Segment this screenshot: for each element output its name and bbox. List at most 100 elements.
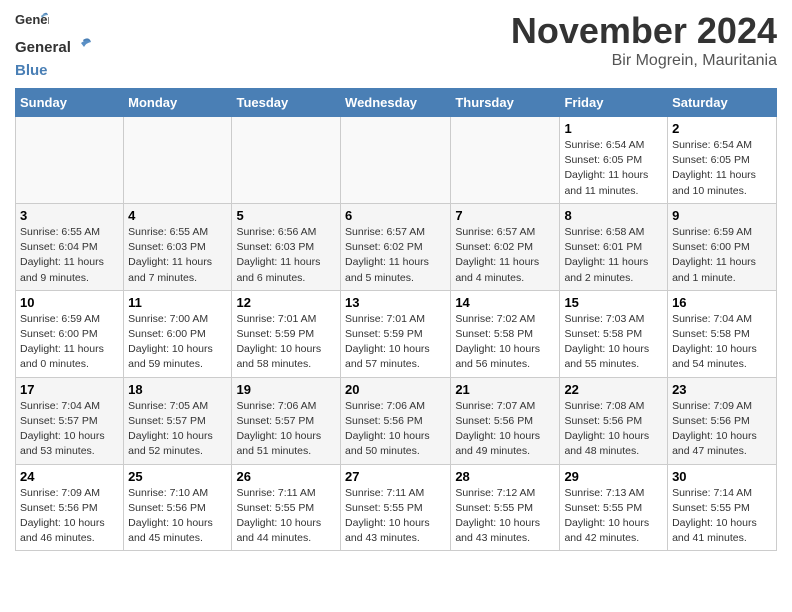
day-info: Sunrise: 7:13 AM Sunset: 5:55 PM Dayligh…: [564, 486, 663, 547]
calendar-cell: 17 Sunrise: 7:04 AM Sunset: 5:57 PM Dayli…: [16, 377, 124, 464]
day-info: Sunrise: 7:04 AM Sunset: 5:57 PM Dayligh…: [20, 399, 119, 460]
weekday-header-monday: Monday: [124, 89, 232, 117]
calendar-cell: 25Sunrise: 7:10 AM Sunset: 5:56 PM Dayli…: [124, 464, 232, 551]
day-number: 28: [455, 469, 555, 484]
day-info: Sunrise: 7:04 AM Sunset: 5:58 PM Dayligh…: [672, 312, 772, 373]
page-header: General General Blue November 2024 Bir M…: [15, 10, 777, 80]
calendar-cell: [232, 117, 341, 204]
day-number: 3: [20, 208, 119, 223]
day-number: 11: [128, 295, 227, 310]
day-info: Sunrise: 6:54 AM Sunset: 6:05 PM Dayligh…: [672, 138, 772, 199]
day-info: Sunrise: 6:57 AM Sunset: 6:02 PM Dayligh…: [345, 225, 446, 286]
day-number: 22: [564, 382, 663, 397]
calendar-cell: 8 Sunrise: 6:58 AM Sunset: 6:01 PM Daylig…: [560, 203, 668, 290]
day-info: Sunrise: 6:55 AM Sunset: 6:03 PM Dayligh…: [128, 225, 227, 286]
day-number: 24: [20, 469, 119, 484]
day-number: 26: [236, 469, 336, 484]
location-text: Bir Mogrein, Mauritania: [511, 52, 777, 70]
day-info: Sunrise: 7:06 AM Sunset: 5:57 PM Dayligh…: [236, 399, 336, 460]
logo-icon: General: [15, 10, 49, 38]
day-number: 27: [345, 469, 446, 484]
calendar-cell: 12 Sunrise: 7:01 AM Sunset: 5:59 PM Dayli…: [232, 290, 341, 377]
day-number: 2: [672, 121, 772, 136]
day-number: 30: [672, 469, 772, 484]
weekday-header-thursday: Thursday: [451, 89, 560, 117]
calendar-cell: 14 Sunrise: 7:02 AM Sunset: 5:58 PM Dayli…: [451, 290, 560, 377]
day-info: Sunrise: 6:54 AM Sunset: 6:05 PM Dayligh…: [564, 138, 663, 199]
day-number: 21: [455, 382, 555, 397]
day-number: 6: [345, 208, 446, 223]
calendar-cell: 24Sunrise: 7:09 AM Sunset: 5:56 PM Dayli…: [16, 464, 124, 551]
calendar-table: SundayMondayTuesdayWednesdayThursdayFrid…: [15, 88, 777, 551]
day-number: 19: [236, 382, 336, 397]
day-info: Sunrise: 6:58 AM Sunset: 6:01 PM Dayligh…: [564, 225, 663, 286]
calendar-cell: 21Sunrise: 7:07 AM Sunset: 5:56 PM Dayli…: [451, 377, 560, 464]
calendar-cell: 4 Sunrise: 6:55 AM Sunset: 6:03 PM Daylig…: [124, 203, 232, 290]
day-number: 4: [128, 208, 227, 223]
month-title: November 2024: [511, 10, 777, 52]
calendar-cell: 11 Sunrise: 7:00 AM Sunset: 6:00 PM Dayli…: [124, 290, 232, 377]
day-info: Sunrise: 6:59 AM Sunset: 6:00 PM Dayligh…: [672, 225, 772, 286]
calendar-cell: 23 Sunrise: 7:09 AM Sunset: 5:56 PM Dayli…: [668, 377, 777, 464]
day-info: Sunrise: 7:12 AM Sunset: 5:55 PM Dayligh…: [455, 486, 555, 547]
day-info: Sunrise: 6:56 AM Sunset: 6:03 PM Dayligh…: [236, 225, 336, 286]
calendar-cell: 6 Sunrise: 6:57 AM Sunset: 6:02 PM Daylig…: [341, 203, 451, 290]
calendar-cell: 5 Sunrise: 6:56 AM Sunset: 6:03 PM Daylig…: [232, 203, 341, 290]
calendar-cell: 22 Sunrise: 7:08 AM Sunset: 5:56 PM Dayli…: [560, 377, 668, 464]
day-number: 13: [345, 295, 446, 310]
day-number: 14: [455, 295, 555, 310]
title-block: November 2024 Bir Mogrein, Mauritania: [511, 10, 777, 70]
calendar-cell: [16, 117, 124, 204]
day-info: Sunrise: 7:00 AM Sunset: 6:00 PM Dayligh…: [128, 312, 227, 373]
day-info: Sunrise: 7:01 AM Sunset: 5:59 PM Dayligh…: [236, 312, 336, 373]
day-info: Sunrise: 7:03 AM Sunset: 5:58 PM Dayligh…: [564, 312, 663, 373]
day-info: Sunrise: 7:11 AM Sunset: 5:55 PM Dayligh…: [345, 486, 446, 547]
logo: General General Blue: [15, 10, 95, 80]
day-info: Sunrise: 7:01 AM Sunset: 5:59 PM Dayligh…: [345, 312, 446, 373]
day-info: Sunrise: 7:10 AM Sunset: 5:56 PM Dayligh…: [128, 486, 227, 547]
day-info: Sunrise: 7:11 AM Sunset: 5:55 PM Dayligh…: [236, 486, 336, 547]
day-number: 17: [20, 382, 119, 397]
day-number: 15: [564, 295, 663, 310]
calendar-cell: 26 Sunrise: 7:11 AM Sunset: 5:55 PM Dayli…: [232, 464, 341, 551]
calendar-cell: 16 Sunrise: 7:04 AM Sunset: 5:58 PM Dayli…: [668, 290, 777, 377]
day-info: Sunrise: 6:55 AM Sunset: 6:04 PM Dayligh…: [20, 225, 119, 286]
svg-text:General: General: [15, 39, 71, 56]
day-info: Sunrise: 7:02 AM Sunset: 5:58 PM Dayligh…: [455, 312, 555, 373]
calendar-cell: [124, 117, 232, 204]
day-info: Sunrise: 6:59 AM Sunset: 6:00 PM Dayligh…: [20, 312, 119, 373]
day-info: Sunrise: 7:05 AM Sunset: 5:57 PM Dayligh…: [128, 399, 227, 460]
day-number: 1: [564, 121, 663, 136]
weekday-header-sunday: Sunday: [16, 89, 124, 117]
calendar-cell: 18 Sunrise: 7:05 AM Sunset: 5:57 PM Dayli…: [124, 377, 232, 464]
day-info: Sunrise: 6:57 AM Sunset: 6:02 PM Dayligh…: [455, 225, 555, 286]
calendar-cell: 3 Sunrise: 6:55 AM Sunset: 6:04 PM Daylig…: [16, 203, 124, 290]
day-number: 7: [455, 208, 555, 223]
day-info: Sunrise: 7:14 AM Sunset: 5:55 PM Dayligh…: [672, 486, 772, 547]
weekday-header-tuesday: Tuesday: [232, 89, 341, 117]
calendar-cell: 10 Sunrise: 6:59 AM Sunset: 6:00 PM Dayli…: [16, 290, 124, 377]
weekday-header-saturday: Saturday: [668, 89, 777, 117]
calendar-cell: 27 Sunrise: 7:11 AM Sunset: 5:55 PM Dayli…: [341, 464, 451, 551]
calendar-cell: 7 Sunrise: 6:57 AM Sunset: 6:02 PM Daylig…: [451, 203, 560, 290]
day-number: 16: [672, 295, 772, 310]
day-number: 8: [564, 208, 663, 223]
day-number: 5: [236, 208, 336, 223]
day-info: Sunrise: 7:08 AM Sunset: 5:56 PM Dayligh…: [564, 399, 663, 460]
weekday-header-wednesday: Wednesday: [341, 89, 451, 117]
calendar-cell: 29Sunrise: 7:13 AM Sunset: 5:55 PM Dayli…: [560, 464, 668, 551]
day-number: 23: [672, 382, 772, 397]
calendar-cell: 1 Sunrise: 6:54 AM Sunset: 6:05 PM Daylig…: [560, 117, 668, 204]
day-number: 12: [236, 295, 336, 310]
calendar-cell: 2 Sunrise: 6:54 AM Sunset: 6:05 PM Daylig…: [668, 117, 777, 204]
logo-blue-text: Blue: [15, 62, 48, 79]
page-container: General General Blue November 2024 Bir M…: [0, 0, 792, 561]
calendar-cell: 20Sunrise: 7:06 AM Sunset: 5:56 PM Dayli…: [341, 377, 451, 464]
day-info: Sunrise: 7:06 AM Sunset: 5:56 PM Dayligh…: [345, 399, 446, 460]
day-info: Sunrise: 7:09 AM Sunset: 5:56 PM Dayligh…: [672, 399, 772, 460]
calendar-cell: 9Sunrise: 6:59 AM Sunset: 6:00 PM Daylig…: [668, 203, 777, 290]
calendar-cell: 15 Sunrise: 7:03 AM Sunset: 5:58 PM Dayli…: [560, 290, 668, 377]
day-number: 18: [128, 382, 227, 397]
calendar-cell: 30 Sunrise: 7:14 AM Sunset: 5:55 PM Dayli…: [668, 464, 777, 551]
day-number: 10: [20, 295, 119, 310]
